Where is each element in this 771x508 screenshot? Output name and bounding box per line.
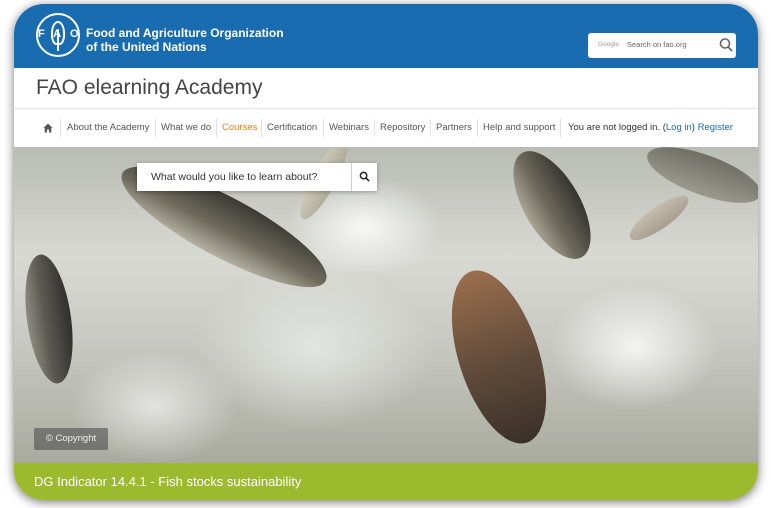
fish-image xyxy=(433,259,565,455)
course-search-button[interactable] xyxy=(351,163,377,191)
banner-title: DG Indicator 14.4.1 - Fish stocks sustai… xyxy=(34,474,302,489)
fao-header: FAO Food and Agriculture Organization of… xyxy=(14,4,758,68)
nav-item-certification[interactable]: Certification xyxy=(267,109,317,147)
org-name-line1: Food and Agriculture Organization xyxy=(86,26,284,40)
nav-item-help[interactable]: Help and support xyxy=(483,109,555,147)
search-icon xyxy=(359,171,370,182)
org-name-line2: of the United Nations xyxy=(86,40,207,54)
log-in-link[interactable]: Log in xyxy=(666,122,692,133)
site-title-bar: FAO elearning Academy xyxy=(14,68,758,109)
search-placeholder: Search on fao.org xyxy=(627,40,687,49)
course-banner[interactable]: DG Indicator 14.4.1 - Fish stocks sustai… xyxy=(14,463,758,500)
fao-logo-icon[interactable]: FAO xyxy=(36,13,80,57)
register-link[interactable]: Register xyxy=(698,122,733,133)
page-title[interactable]: FAO elearning Academy xyxy=(36,76,262,100)
nav-item-repository[interactable]: Repository xyxy=(380,109,425,147)
course-search-input[interactable]: What would you like to learn about? xyxy=(151,163,317,191)
logo-letters: FAO xyxy=(38,28,88,40)
fish-image xyxy=(18,251,80,387)
login-prefix: You are not logged in. ( xyxy=(568,122,666,133)
fish-image xyxy=(497,147,607,271)
home-icon[interactable] xyxy=(43,123,53,133)
login-status: You are not logged in. (Log in) Register xyxy=(568,109,733,147)
hero-image xyxy=(14,147,758,463)
course-search[interactable]: What would you like to learn about? xyxy=(137,163,377,191)
nav-item-about[interactable]: About the Academy xyxy=(67,109,149,147)
organization-name[interactable]: Food and Agriculture Organization of the… xyxy=(86,26,284,54)
nav-item-webinars[interactable]: Webinars xyxy=(329,109,369,147)
nav-item-courses[interactable]: Courses xyxy=(222,109,257,147)
search-icon[interactable] xyxy=(719,37,733,53)
browser-frame: FAO Food and Agriculture Organization of… xyxy=(14,4,758,500)
nav-item-partners[interactable]: Partners xyxy=(436,109,472,147)
copyright-button[interactable]: © Copyright xyxy=(34,428,108,450)
google-brand-label: Google xyxy=(598,41,619,48)
main-navigation: About the Academy What we do Courses Cer… xyxy=(14,109,758,148)
fish-image xyxy=(624,188,694,248)
nav-item-what-we-do[interactable]: What we do xyxy=(161,109,211,147)
fao-search-input[interactable]: Google Search on fao.org xyxy=(588,33,736,58)
